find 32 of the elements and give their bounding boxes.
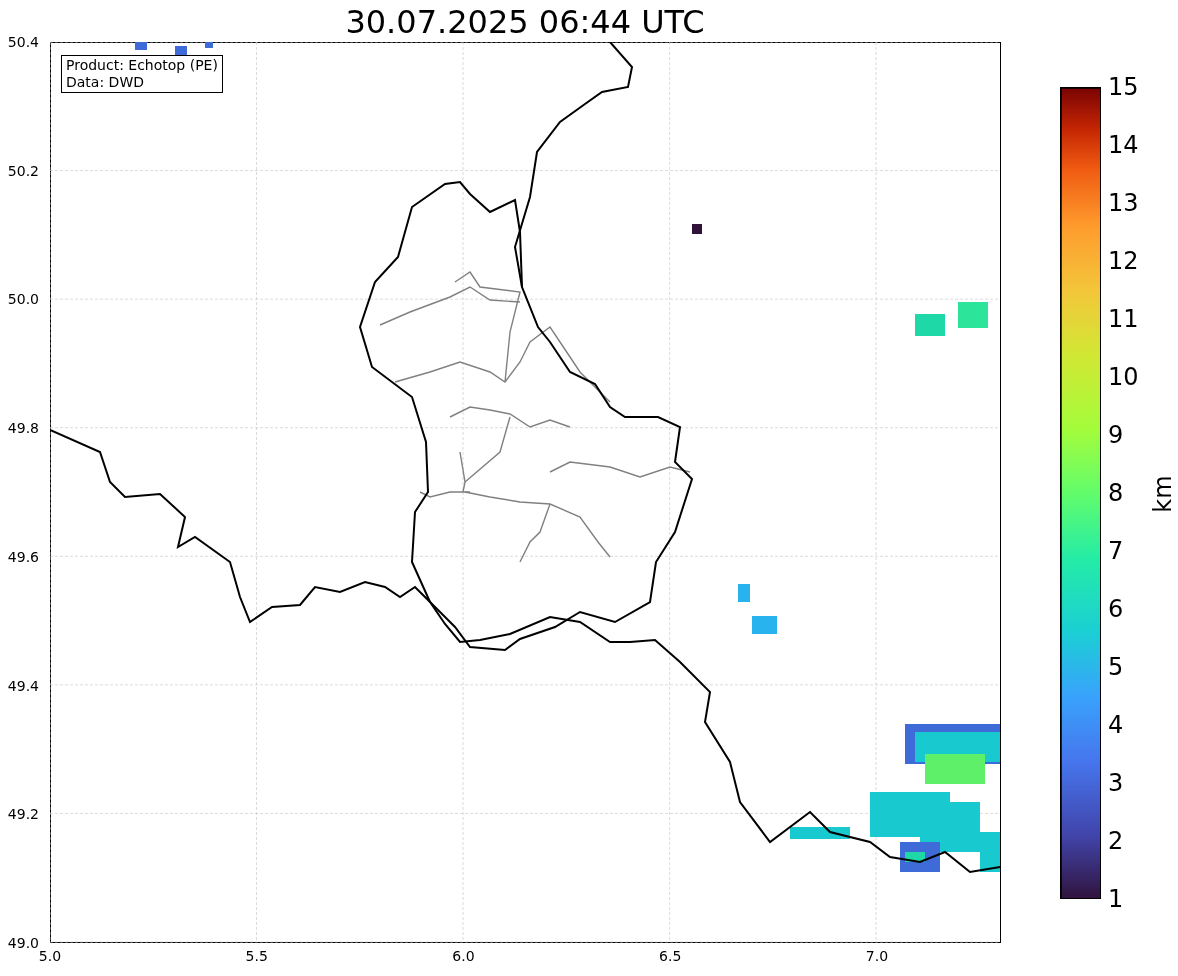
colorbar-tick-label: 9: [1108, 421, 1124, 449]
colorbar-tick-label: 14: [1108, 131, 1139, 159]
colorbar-tick-label: 12: [1108, 247, 1139, 275]
colorbar-tick-label: 8: [1108, 479, 1124, 507]
y-tick-label: 49.0: [7, 935, 39, 951]
x-tick-label: 5.0: [38, 948, 62, 964]
colorbar-tick-label: 10: [1108, 363, 1139, 391]
colorbar-tick-label: 6: [1108, 595, 1124, 623]
colorbar-tick-label: 15: [1108, 73, 1139, 101]
y-tick-label: 49.2: [7, 806, 39, 823]
colorbar-tick-label: 5: [1108, 653, 1124, 681]
y-tick-label: 49.4: [7, 677, 39, 694]
colorbar-tick-label: 7: [1108, 537, 1124, 565]
y-tick-label: 50.4: [7, 34, 39, 50]
info-text: Data: DWD: [66, 74, 145, 91]
y-tick-label: 49.6: [7, 548, 39, 565]
colorbar-tick-label: 1: [1108, 885, 1124, 913]
y-tick-label: 50.0: [7, 291, 39, 308]
info-text: Product: Echotop (PE): [66, 57, 218, 74]
colorbar-label: km: [1148, 475, 1177, 513]
x-tick-label: 6.0: [452, 948, 475, 964]
x-tick-label: 7.0: [865, 948, 889, 964]
colorbar-tick-label: 11: [1108, 305, 1139, 333]
chart-title: 30.07.2025 06:44 UTC: [345, 2, 705, 42]
x-tick-label: 6.5: [659, 948, 682, 964]
y-tick-label: 50.2: [7, 162, 39, 179]
colorbar-tick-label: 2: [1108, 827, 1124, 855]
x-tick-label: 5.5: [245, 948, 268, 964]
colorbar-tick-label: 13: [1108, 189, 1139, 217]
colorbar-tick-label: 3: [1108, 769, 1124, 797]
colorbar-tick-label: 4: [1108, 711, 1124, 739]
y-tick-label: 49.8: [7, 420, 39, 437]
